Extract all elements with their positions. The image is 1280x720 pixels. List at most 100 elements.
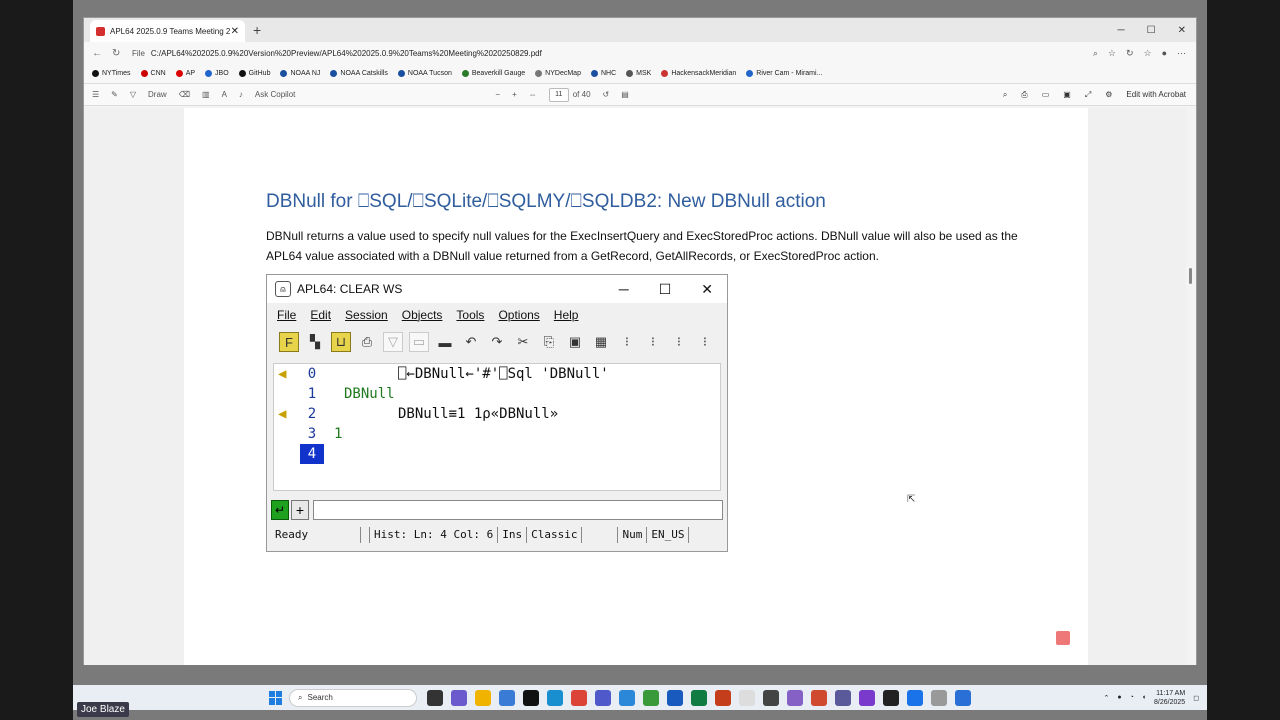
text-icon[interactable]: A bbox=[222, 90, 227, 99]
apl-input-field[interactable] bbox=[313, 500, 723, 520]
taskbar-search[interactable]: ⌕ Search bbox=[289, 688, 417, 707]
app-icon[interactable] bbox=[835, 689, 851, 706]
apl-menu-help[interactable]: Help bbox=[554, 308, 579, 322]
settings-icon[interactable]: ⚙ bbox=[1105, 90, 1112, 99]
bookmark-item[interactable]: GitHub bbox=[238, 70, 270, 77]
acrobat-icon[interactable] bbox=[1056, 631, 1070, 645]
favorite-icon[interactable]: ☆ bbox=[1108, 48, 1116, 59]
bookmark-item[interactable]: JBO bbox=[205, 70, 229, 77]
save-icon[interactable]: ▭ bbox=[1042, 90, 1050, 99]
file-explorer-icon[interactable] bbox=[475, 689, 491, 706]
cut-icon[interactable]: ✂ bbox=[513, 332, 533, 352]
apl-menu-session[interactable]: Session bbox=[345, 308, 388, 322]
wifi-icon[interactable]: ◔ bbox=[1130, 694, 1134, 701]
eraser-icon[interactable]: ⌫ bbox=[179, 90, 190, 99]
calculator-icon[interactable] bbox=[619, 689, 635, 706]
app-icon[interactable] bbox=[859, 689, 875, 706]
app-icon[interactable] bbox=[499, 689, 515, 706]
refresh-ext-icon[interactable]: ↻ bbox=[1126, 48, 1134, 59]
volume-icon[interactable]: ◖ bbox=[1142, 694, 1146, 701]
apl-menu-file[interactable]: File bbox=[277, 308, 296, 322]
new-tab-button[interactable]: + bbox=[253, 22, 261, 38]
undo-icon[interactable]: ↶ bbox=[461, 332, 481, 352]
contents-icon[interactable]: ☰ bbox=[92, 90, 99, 99]
pdf-scrollbar[interactable] bbox=[1186, 108, 1196, 665]
edit-with-acrobat-button[interactable]: Edit with Acrobat bbox=[1126, 90, 1186, 99]
minimize-icon[interactable]: ─ bbox=[1118, 25, 1125, 36]
bookmark-item[interactable]: NYTimes bbox=[92, 70, 131, 77]
apl-menu-objects[interactable]: Objects bbox=[402, 308, 443, 322]
draw-icon[interactable]: ▽ bbox=[130, 90, 136, 99]
zoom-icon[interactable]: ⌕ bbox=[1093, 48, 1098, 59]
chevron-up-icon[interactable]: ⌃ bbox=[1103, 694, 1109, 702]
fullscreen-icon[interactable]: ⤢ bbox=[1085, 90, 1091, 100]
dropdown-icon[interactable]: ⁝ bbox=[643, 332, 663, 352]
print-icon[interactable]: ⎙ bbox=[1021, 90, 1027, 100]
bookmark-item[interactable]: NHC bbox=[590, 70, 616, 77]
paste-icon[interactable]: ▣ bbox=[565, 332, 585, 352]
add-button[interactable]: + bbox=[291, 500, 309, 520]
highlight-icon[interactable]: ✎ bbox=[111, 90, 118, 99]
teams-icon[interactable] bbox=[595, 689, 611, 706]
app-icon[interactable] bbox=[811, 689, 827, 706]
chrome-icon[interactable] bbox=[571, 689, 587, 706]
fit-width-icon[interactable]: ⇔ bbox=[529, 90, 537, 99]
disabled-icon[interactable]: ▭ bbox=[409, 332, 429, 352]
app-icon[interactable] bbox=[931, 689, 947, 706]
clock[interactable]: 11:17 AM 8/26/2025 bbox=[1154, 689, 1185, 707]
rotate-icon[interactable]: ↺ bbox=[603, 90, 610, 99]
draw-button[interactable]: Draw bbox=[148, 90, 167, 99]
profile-icon[interactable]: ● bbox=[1162, 48, 1167, 59]
bookmark-item[interactable]: NOAA Catskills bbox=[330, 70, 388, 77]
print-icon[interactable]: ⎙ bbox=[357, 332, 377, 352]
excel-icon[interactable] bbox=[691, 689, 707, 706]
app-icon[interactable] bbox=[955, 689, 971, 706]
dropdown-icon[interactable]: ⁝ bbox=[695, 332, 715, 352]
app-icon[interactable] bbox=[883, 689, 899, 706]
word-icon[interactable] bbox=[667, 689, 683, 706]
apl-session-pane[interactable]: ◀ 0 ⎕←DBNull←'#'⎕Sql 'DBNull' 1 DBNull ◀… bbox=[273, 363, 721, 491]
app-icon[interactable] bbox=[907, 689, 923, 706]
paste-special-icon[interactable]: ▦ bbox=[591, 332, 611, 352]
bookmark-item[interactable]: CNN bbox=[140, 70, 166, 77]
save-as-icon[interactable]: ▣ bbox=[1063, 90, 1071, 99]
app-icon[interactable] bbox=[763, 689, 779, 706]
back-icon[interactable]: ← bbox=[92, 48, 106, 59]
execute-button[interactable]: ↵ bbox=[271, 500, 289, 520]
notepad-icon[interactable] bbox=[739, 689, 755, 706]
bookmark-item[interactable]: NOAA Tucson bbox=[397, 70, 452, 77]
open-folder-icon[interactable]: ▬ bbox=[435, 332, 455, 352]
dropdown-icon[interactable]: ⁝ bbox=[669, 332, 689, 352]
bookmark-item[interactable]: River Cam - Mirami... bbox=[746, 70, 822, 77]
apl-menu-tools[interactable]: Tools bbox=[456, 308, 484, 322]
search-icon[interactable]: ⌕ bbox=[1003, 90, 1007, 100]
bookmark-item[interactable]: Beaverkill Gauge bbox=[461, 70, 525, 77]
more-icon[interactable]: ⋯ bbox=[1177, 48, 1186, 59]
favorites-icon[interactable]: ☆ bbox=[1143, 48, 1151, 59]
new-ws-icon[interactable]: F bbox=[279, 332, 299, 352]
bookmark-item[interactable]: HackensackMeridian bbox=[661, 70, 736, 77]
view-icon[interactable]: ▥ bbox=[202, 90, 210, 99]
copilot-icon[interactable] bbox=[451, 689, 467, 706]
bookmark-item[interactable]: MSK bbox=[626, 70, 651, 77]
maximize-icon[interactable]: ☐ bbox=[1147, 25, 1156, 36]
ask-copilot-button[interactable]: Ask Copilot bbox=[255, 90, 295, 99]
start-icon[interactable] bbox=[269, 690, 283, 705]
read-aloud-icon[interactable]: ♪ bbox=[239, 90, 243, 99]
media-icon[interactable] bbox=[523, 689, 539, 706]
task-view-icon[interactable] bbox=[427, 689, 443, 706]
page-number-input[interactable]: 11 bbox=[548, 87, 569, 102]
apl-maximize-icon[interactable]: ☐ bbox=[659, 281, 672, 298]
apl-minimize-icon[interactable]: ─ bbox=[619, 281, 629, 298]
copy-icon[interactable]: ⎘ bbox=[539, 332, 559, 352]
dropdown-icon[interactable]: ⁝ bbox=[617, 332, 637, 352]
bookmark-item[interactable]: NYDecMap bbox=[535, 70, 581, 77]
visual-studio-icon[interactable] bbox=[787, 689, 803, 706]
page-view-icon[interactable]: ▤ bbox=[621, 90, 629, 99]
tab-pdf[interactable]: APL64 2025.0.9 Teams Meeting 2 ✕ bbox=[90, 20, 245, 42]
apl-menu-edit[interactable]: Edit bbox=[310, 308, 331, 322]
apl-menu-options[interactable]: Options bbox=[498, 308, 539, 322]
edge-icon[interactable] bbox=[547, 689, 563, 706]
disabled-icon[interactable]: ▽ bbox=[383, 332, 403, 352]
save-ws-icon[interactable]: ⊔ bbox=[331, 332, 351, 352]
